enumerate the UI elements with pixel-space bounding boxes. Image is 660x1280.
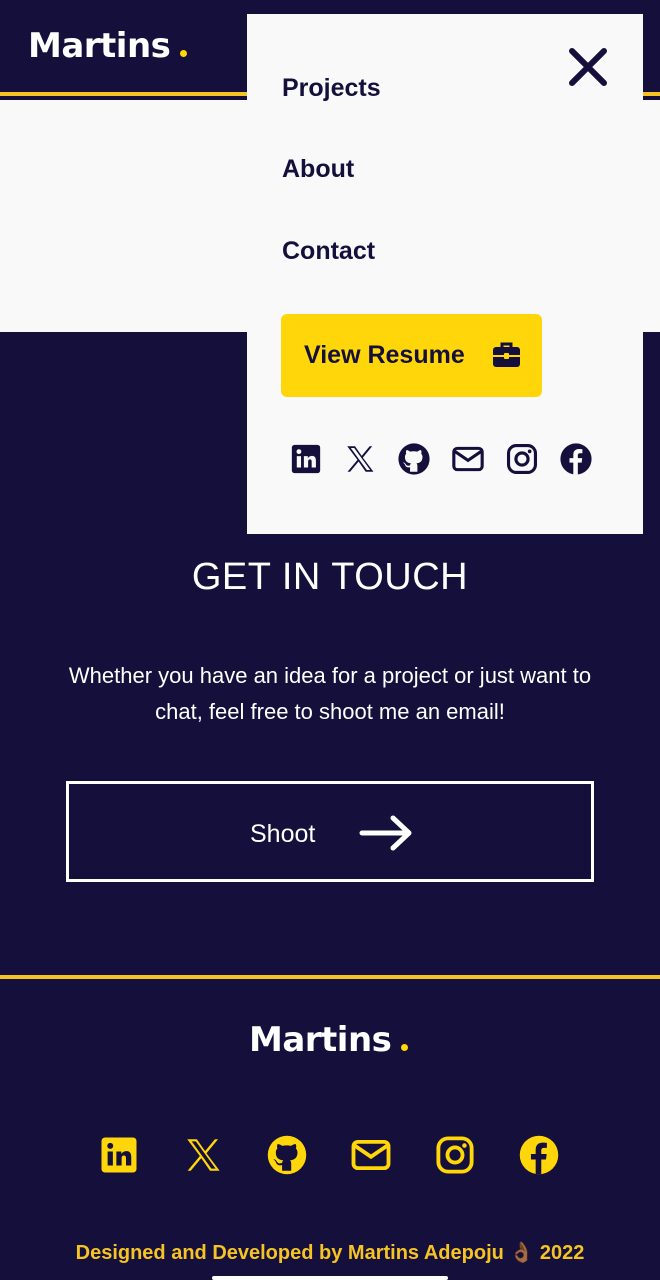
- view-resume-button[interactable]: View Resume: [281, 314, 542, 397]
- shoot-email-button[interactable]: Shoot: [66, 781, 594, 882]
- footer-social-links: [98, 1134, 560, 1176]
- arrow-right-icon: [359, 815, 412, 851]
- nav-item-about[interactable]: About: [282, 155, 354, 184]
- mail-icon[interactable]: [451, 442, 485, 476]
- mail-icon[interactable]: [350, 1134, 392, 1176]
- footer-logo-text: Martins: [249, 1020, 392, 1060]
- footer-logo[interactable]: Martins: [249, 1020, 409, 1060]
- instagram-icon[interactable]: [434, 1134, 476, 1176]
- footer-logo-dot: [401, 1044, 409, 1051]
- close-menu-button[interactable]: [565, 44, 611, 90]
- facebook-icon[interactable]: [559, 442, 593, 476]
- github-icon[interactable]: [397, 442, 431, 476]
- footer-credit: Designed and Developed by Martins Adepoj…: [75, 1242, 585, 1264]
- mobile-menu-panel: Projects About Contact View Resume: [247, 14, 643, 534]
- view-resume-label: View Resume: [304, 341, 465, 369]
- logo-dot: [180, 50, 188, 57]
- linkedin-icon[interactable]: [289, 442, 323, 476]
- contact-title: GET IN TOUCH: [191, 556, 469, 598]
- logo[interactable]: Martins: [28, 26, 188, 66]
- linkedin-icon[interactable]: [98, 1134, 140, 1176]
- nav-item-projects[interactable]: Projects: [282, 74, 381, 103]
- shoot-label: Shoot: [250, 820, 316, 848]
- contact-description: Whether you have an idea for a project o…: [68, 663, 592, 724]
- close-icon: [569, 48, 607, 86]
- footer-divider: [0, 975, 660, 979]
- x-icon[interactable]: [182, 1134, 224, 1176]
- x-icon[interactable]: [343, 442, 377, 476]
- nav-item-contact[interactable]: Contact: [282, 237, 375, 266]
- home-indicator: [212, 1276, 448, 1280]
- github-icon[interactable]: [266, 1134, 308, 1176]
- menu-social-links: [289, 442, 593, 476]
- logo-text: Martins: [28, 26, 171, 66]
- instagram-icon[interactable]: [505, 442, 539, 476]
- facebook-icon[interactable]: [518, 1134, 560, 1176]
- briefcase-icon: [493, 342, 520, 367]
